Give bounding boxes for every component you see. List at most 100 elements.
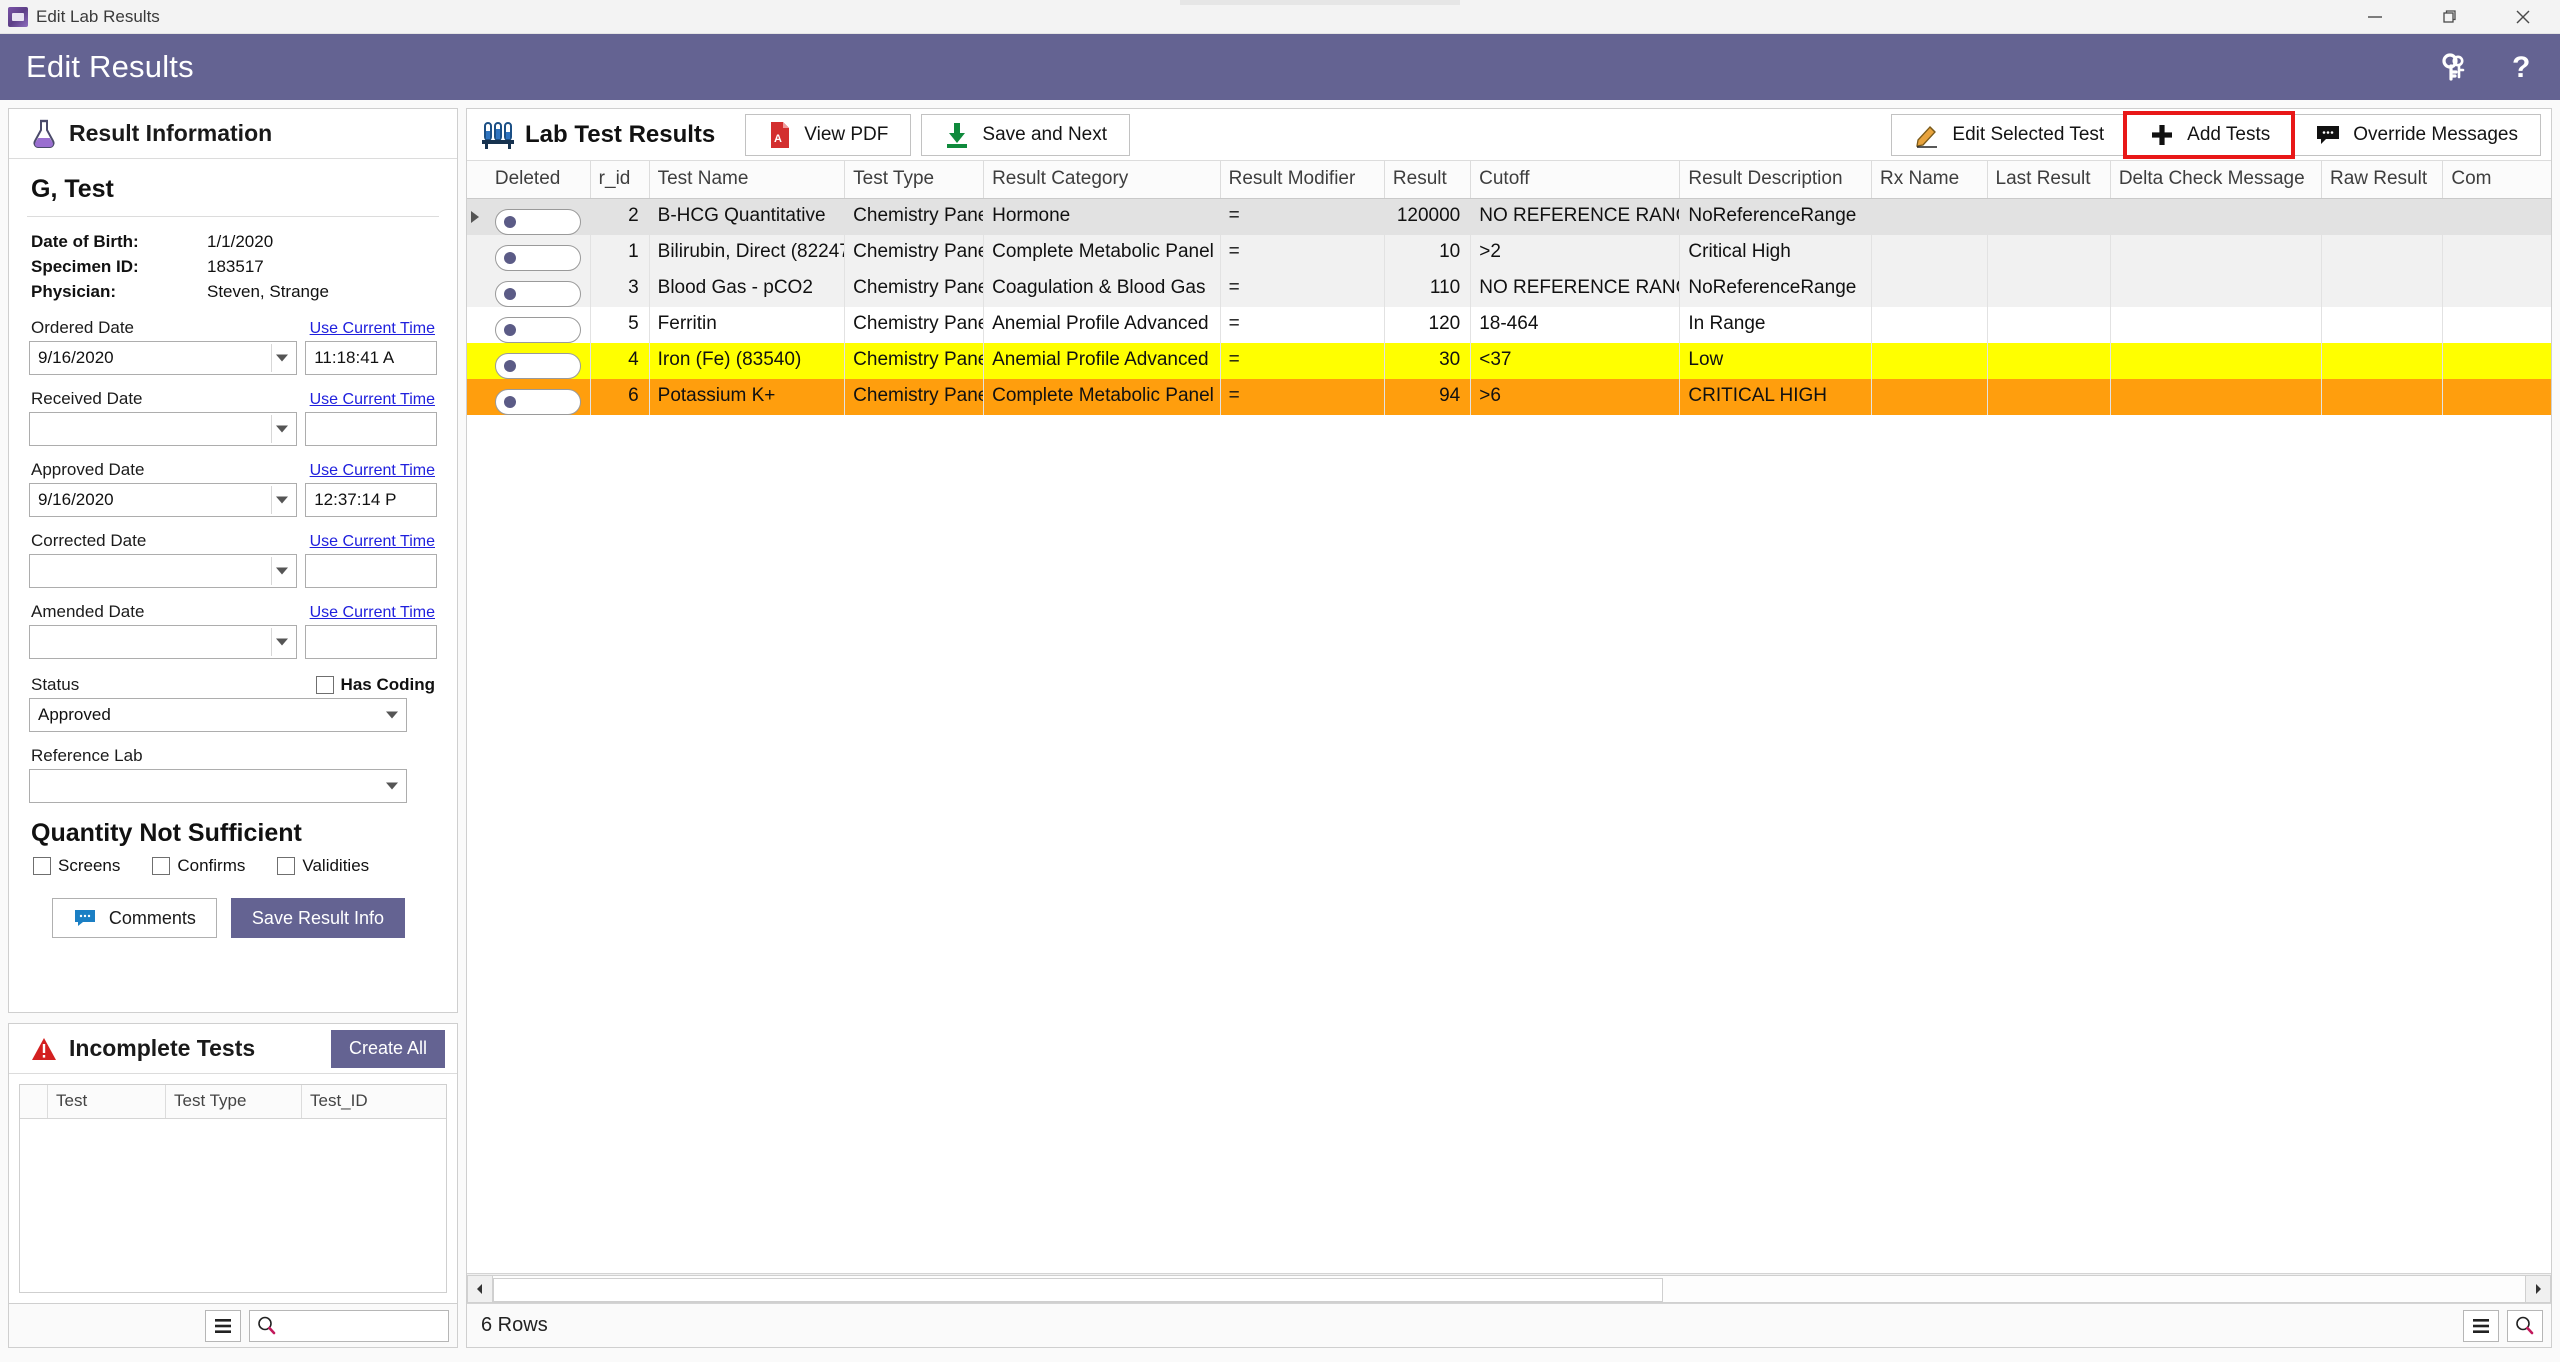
cell-result-category[interactable]: Anemial Profile Advanced xyxy=(984,343,1221,379)
ordered-date-input[interactable]: 9/16/2020 xyxy=(29,341,298,375)
grid-col-result[interactable]: Result xyxy=(1385,161,1472,198)
corrected-date-use-current-time-link[interactable]: Use Current Time xyxy=(310,533,435,551)
cell-test-type[interactable]: Chemistry Panel xyxy=(845,199,985,235)
approved-date-input[interactable]: 9/16/2020 xyxy=(29,483,298,517)
grid-horizontal-scrollbar[interactable] xyxy=(467,1273,2551,1303)
chevron-down-icon[interactable] xyxy=(276,425,289,433)
cell-result[interactable]: 10 xyxy=(1385,235,1472,271)
keys-icon[interactable] xyxy=(2438,50,2472,84)
deleted-toggle[interactable] xyxy=(494,209,581,235)
scroll-right-arrow-icon[interactable] xyxy=(2525,1274,2551,1303)
grid-col-com[interactable]: Com xyxy=(2443,161,2551,198)
cell-result[interactable]: 120 xyxy=(1385,307,1472,343)
cell-test-name[interactable]: Iron (Fe) (83540) xyxy=(650,343,846,379)
grid-col-delta-check-message[interactable]: Delta Check Message xyxy=(2111,161,2322,198)
table-row[interactable]: 4 Iron (Fe) (83540) Chemistry Panel Anemial… xyxy=(467,343,2551,379)
cell-result-category[interactable]: Anemial Profile Advanced xyxy=(984,307,1221,343)
cell-cutoff[interactable]: NO REFERENCE RANGE xyxy=(1471,199,1681,235)
scrollbar-thumb[interactable] xyxy=(493,1277,1663,1302)
cell-result-category[interactable]: Complete Metabolic Panel xyxy=(984,379,1221,415)
row-selector[interactable] xyxy=(467,343,487,379)
chevron-down-icon[interactable] xyxy=(276,496,289,504)
cell-test-name[interactable]: Ferritin xyxy=(650,307,846,343)
cell-test-type[interactable]: Chemistry Panel xyxy=(845,379,985,415)
chevron-down-icon[interactable] xyxy=(276,354,289,362)
table-row[interactable]: 2 B-HCG Quantitative Chemistry Panel Hormon… xyxy=(467,199,2551,235)
cell-result[interactable]: 30 xyxy=(1385,343,1472,379)
qns-screens-option[interactable]: Screens xyxy=(33,856,120,876)
qns-confirms-option[interactable]: Confirms xyxy=(152,856,245,876)
cell-delta-check-message[interactable] xyxy=(2111,199,2322,235)
cell-r-id[interactable]: 2 xyxy=(591,199,650,235)
qns-validities-checkbox[interactable] xyxy=(277,857,296,875)
cell-deleted[interactable] xyxy=(487,235,591,271)
close-button[interactable] xyxy=(2486,0,2560,34)
cell-com[interactable] xyxy=(2443,379,2551,415)
chevron-down-icon[interactable] xyxy=(276,638,289,646)
cell-raw-result[interactable] xyxy=(2322,307,2444,343)
cell-com[interactable] xyxy=(2443,235,2551,271)
cell-com[interactable] xyxy=(2443,271,2551,307)
cell-delta-check-message[interactable] xyxy=(2111,379,2322,415)
incomplete-col-test[interactable]: Test xyxy=(48,1085,166,1118)
cell-raw-result[interactable] xyxy=(2322,235,2444,271)
grid-col-result-category[interactable]: Result Category xyxy=(984,161,1221,198)
row-selector[interactable] xyxy=(467,307,487,343)
cell-last-result[interactable] xyxy=(1988,235,2111,271)
cell-deleted[interactable] xyxy=(487,379,591,415)
cell-r-id[interactable]: 1 xyxy=(591,235,650,271)
qns-validities-option[interactable]: Validities xyxy=(277,856,369,876)
cell-last-result[interactable] xyxy=(1988,343,2111,379)
cell-last-result[interactable] xyxy=(1988,271,2111,307)
deleted-toggle[interactable] xyxy=(494,389,581,415)
cell-rx-name[interactable] xyxy=(1872,271,1988,307)
grid-col-last-result[interactable]: Last Result xyxy=(1988,161,2111,198)
corrected-date-input[interactable] xyxy=(29,554,298,588)
grid-col-test-type[interactable]: Test Type xyxy=(845,161,985,198)
cell-delta-check-message[interactable] xyxy=(2111,271,2322,307)
amended-time-input[interactable] xyxy=(305,625,437,659)
cell-deleted[interactable] xyxy=(487,199,591,235)
cell-result-category[interactable]: Coagulation & Blood Gas xyxy=(984,271,1221,307)
grid-col-result-modifier[interactable]: Result Modifier xyxy=(1221,161,1385,198)
edit-selected-test-button[interactable]: Edit Selected Test xyxy=(1891,114,2127,156)
status-select[interactable]: Approved xyxy=(29,698,407,732)
cell-rx-name[interactable] xyxy=(1872,235,1988,271)
scrollbar-track[interactable] xyxy=(493,1274,2525,1303)
corrected-time-input[interactable] xyxy=(305,554,437,588)
cell-deleted[interactable] xyxy=(487,343,591,379)
comments-button[interactable]: Comments xyxy=(51,898,217,938)
cell-result-modifier[interactable]: = xyxy=(1221,199,1385,235)
table-row[interactable]: 6 Potassium K+ Chemistry Panel Complete Met… xyxy=(467,379,2551,415)
cell-result-description[interactable]: NoReferenceRange xyxy=(1680,199,1872,235)
left-search-input[interactable] xyxy=(249,1309,449,1342)
chevron-down-icon[interactable] xyxy=(276,567,289,575)
right-filter-menu-button[interactable] xyxy=(2463,1309,2499,1342)
deleted-toggle[interactable] xyxy=(494,245,581,271)
grid-col-test-name[interactable]: Test Name xyxy=(650,161,846,198)
has-coding-checkbox-wrap[interactable]: Has Coding xyxy=(315,675,435,695)
cell-com[interactable] xyxy=(2443,307,2551,343)
grid-col-rx-name[interactable]: Rx Name xyxy=(1872,161,1988,198)
incomplete-col-test-id[interactable]: Test_ID xyxy=(302,1085,442,1118)
cell-last-result[interactable] xyxy=(1988,379,2111,415)
cell-result-modifier[interactable]: = xyxy=(1221,235,1385,271)
save-and-next-button[interactable]: Save and Next xyxy=(921,113,1131,156)
qns-screens-checkbox[interactable] xyxy=(33,857,51,875)
chevron-down-icon[interactable] xyxy=(386,782,398,790)
deleted-toggle[interactable] xyxy=(494,317,581,343)
cell-test-type[interactable]: Chemistry Panel xyxy=(845,307,985,343)
cell-last-result[interactable] xyxy=(1988,199,2111,235)
left-filter-menu-button[interactable] xyxy=(205,1309,241,1342)
grid-col-result-description[interactable]: Result Description xyxy=(1680,161,1872,198)
table-row[interactable]: 5 Ferritin Chemistry Panel Anemial Profile … xyxy=(467,307,2551,343)
cell-deleted[interactable] xyxy=(487,307,591,343)
cell-test-type[interactable]: Chemistry Panel xyxy=(845,343,985,379)
cell-raw-result[interactable] xyxy=(2322,379,2444,415)
deleted-toggle[interactable] xyxy=(494,353,581,379)
table-row[interactable]: 3 Blood Gas - pCO2 Chemistry Panel Coagulat… xyxy=(467,271,2551,307)
cell-delta-check-message[interactable] xyxy=(2111,235,2322,271)
right-search-button[interactable] xyxy=(2507,1309,2543,1342)
save-result-info-button[interactable]: Save Result Info xyxy=(230,898,405,938)
grid-col-r-id[interactable]: r_id xyxy=(591,161,650,198)
